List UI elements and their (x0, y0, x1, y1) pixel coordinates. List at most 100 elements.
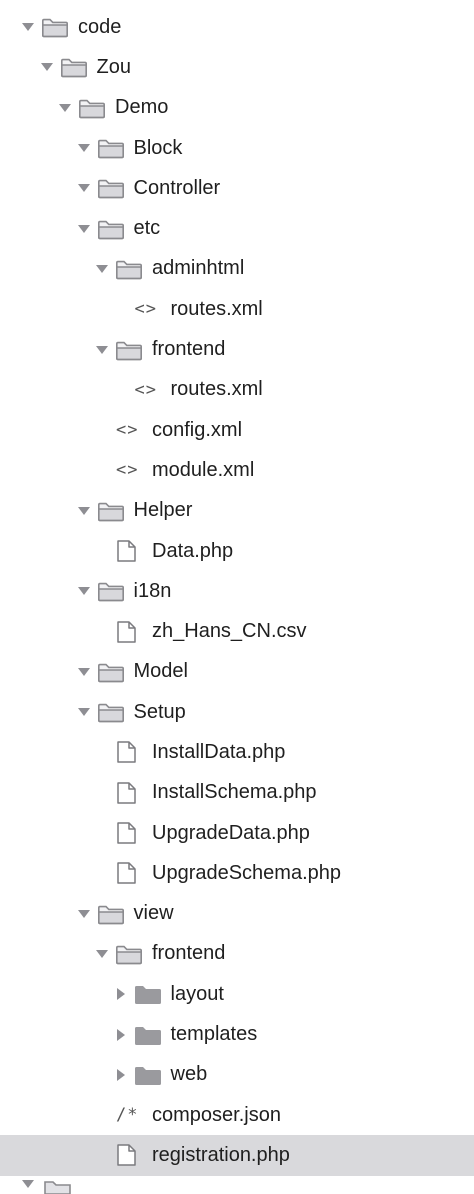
tree-row-label: code (78, 15, 122, 38)
folder-outline-icon (114, 257, 144, 281)
folder-outline-icon (40, 15, 70, 39)
disclosure-open-icon[interactable] (94, 342, 110, 358)
tree-row-installschema-php[interactable]: InstallSchema.php (0, 773, 474, 813)
tree-row-frontend-view[interactable]: frontend (0, 934, 474, 974)
folder-outline-icon (114, 338, 144, 362)
tree-row-upgradeschema-php[interactable]: UpgradeSchema.php (0, 853, 474, 893)
tree-row-label: layout (170, 982, 224, 1005)
file-icon (114, 781, 144, 805)
file-icon (114, 1143, 144, 1167)
tree-row-label: UpgradeData.php (152, 821, 310, 844)
disclosure-open-icon[interactable] (76, 140, 92, 156)
tree-row-demo[interactable]: Demo (0, 88, 474, 128)
disclosure-open-icon[interactable] (76, 906, 92, 922)
disclosure-open-icon[interactable] (94, 261, 110, 277)
tree-row-label: templates (170, 1023, 258, 1046)
disclosure-open-icon[interactable] (94, 946, 110, 962)
tree-row-frontend-etc[interactable]: frontend (0, 329, 474, 369)
tree-row-label: Block (133, 136, 183, 159)
tree-row-label: Data.php (152, 539, 234, 562)
tree-row-zh-hans-cn-csv[interactable]: zh_Hans_CN.csv (0, 611, 474, 651)
folder-outline-icon (114, 942, 144, 966)
disclosure-closed-icon[interactable] (113, 1027, 129, 1043)
tree-row-block[interactable]: Block (0, 128, 474, 168)
code-file-icon: <> (114, 458, 144, 482)
tree-row-data-php[interactable]: Data.php (0, 531, 474, 571)
tree-row-model[interactable]: Model (0, 652, 474, 692)
tree-row-helper[interactable]: Helper (0, 491, 474, 531)
disclosure-open-icon[interactable] (76, 583, 92, 599)
folder-filled-icon (133, 1023, 163, 1047)
folder-filled-icon (133, 1063, 163, 1087)
tree-row-label: Model (133, 660, 188, 683)
folder-outline-icon (96, 176, 126, 200)
disclosure-open-icon[interactable] (76, 221, 92, 237)
disclosure-closed-icon[interactable] (113, 1067, 129, 1083)
disclosure-closed-icon[interactable] (113, 986, 129, 1002)
tree-row-zou[interactable]: Zou (0, 47, 474, 87)
folder-outline-icon (59, 55, 89, 79)
tree-row-config-xml[interactable]: <> config.xml (0, 410, 474, 450)
tree-row-label: routes.xml (170, 378, 263, 401)
tree-row-adminhtml[interactable]: adminhtml (0, 249, 474, 289)
tree-row-module-xml[interactable]: <> module.xml (0, 450, 474, 490)
code-glyph: <> (134, 299, 157, 320)
tree-row-templates[interactable]: templates (0, 1014, 474, 1054)
tree-row-label: composer.json (152, 1103, 281, 1126)
disclosure-open-icon[interactable] (39, 59, 55, 75)
tree-row-label: Setup (133, 700, 186, 723)
tree-row-view[interactable]: view (0, 894, 474, 934)
tree-row-label: etc (133, 217, 161, 240)
tree-row-setup[interactable]: Setup (0, 692, 474, 732)
tree-row-controller[interactable]: Controller (0, 168, 474, 208)
folder-outline-icon (96, 136, 126, 160)
tree-row-label: frontend (152, 942, 226, 965)
tree-row-label: module.xml (152, 458, 255, 481)
tree-row-upgradedata-php[interactable]: UpgradeData.php (0, 813, 474, 853)
file-icon (114, 740, 144, 764)
tree-row-label: Zou (96, 55, 131, 78)
disclosure-open-icon[interactable] (76, 664, 92, 680)
file-icon (114, 539, 144, 563)
tree-row-web[interactable]: web (0, 1055, 474, 1095)
tree-row-label: Demo (115, 96, 169, 119)
folder-outline-icon (77, 96, 107, 120)
disclosure-open-icon[interactable] (76, 180, 92, 196)
tree-row-layout[interactable]: layout (0, 974, 474, 1014)
disclosure-open-icon[interactable] (76, 704, 92, 720)
tree-row-registration-php[interactable]: registration.php (0, 1135, 474, 1176)
disclosure-open-icon[interactable] (20, 19, 36, 35)
tree-row-label: config.xml (152, 418, 243, 441)
tree-row-etc[interactable]: etc (0, 208, 474, 248)
folder-outline-icon (96, 902, 126, 926)
tree-row-code[interactable]: code (0, 7, 474, 47)
tree-row-label: routes.xml (170, 297, 263, 320)
code-glyph: <> (116, 460, 139, 481)
tree-row-label: i18n (133, 579, 172, 602)
tree-row-i18n[interactable]: i18n (0, 571, 474, 611)
file-icon (114, 821, 144, 845)
tree-row-label: InstallSchema.php (152, 781, 317, 804)
folder-outline-icon (44, 1181, 71, 1194)
partially-visible-row[interactable] (0, 1174, 474, 1194)
code-glyph: <> (116, 420, 139, 441)
tree-row-composer-json[interactable]: /* composer.json (0, 1095, 474, 1135)
folder-filled-icon (133, 982, 163, 1006)
disclosure-open-icon[interactable] (76, 503, 92, 519)
folder-outline-icon (96, 499, 126, 523)
file-icon (114, 620, 144, 644)
code-file-icon: <> (114, 418, 144, 442)
tree-row-routes-xml-1[interactable]: <> routes.xml (0, 289, 474, 329)
tree-row-label: zh_Hans_CN.csv (152, 620, 307, 643)
tree-row-routes-xml-2[interactable]: <> routes.xml (0, 370, 474, 410)
tree-row-installdata-php[interactable]: InstallData.php (0, 732, 474, 772)
tree-row-label: web (170, 1063, 208, 1086)
disclosure-open-icon[interactable] (57, 100, 73, 116)
